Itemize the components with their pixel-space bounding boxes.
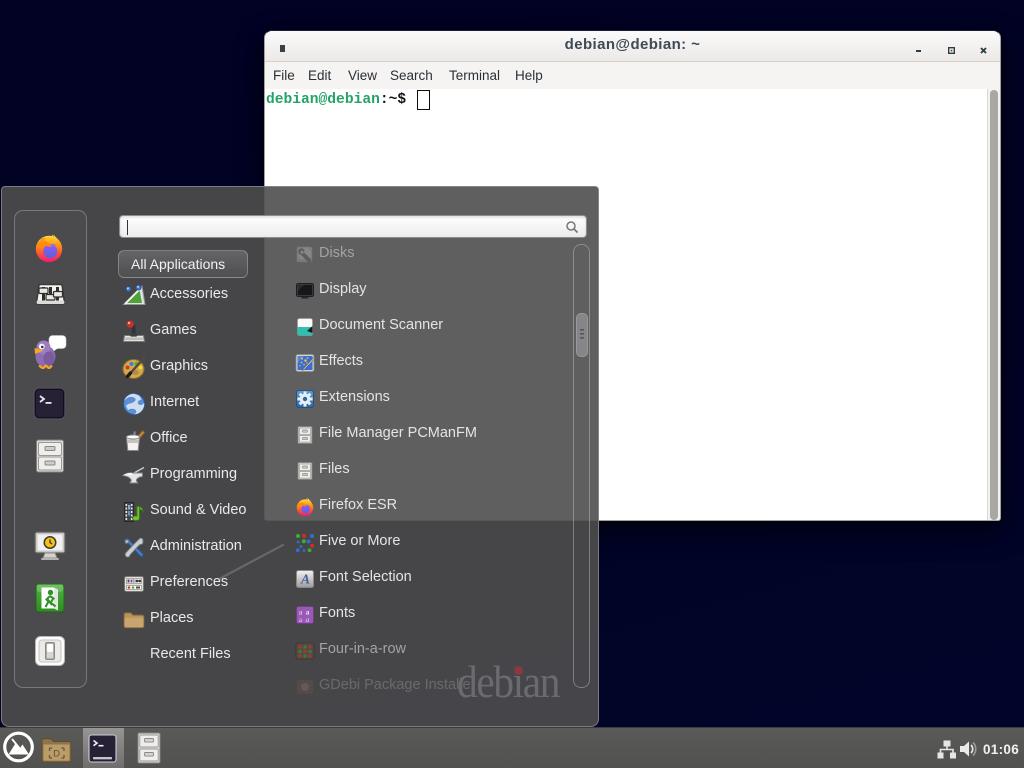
svg-text:a: a [306,615,310,624]
svg-text:A: A [300,572,310,587]
svg-text:D: D [53,749,60,760]
